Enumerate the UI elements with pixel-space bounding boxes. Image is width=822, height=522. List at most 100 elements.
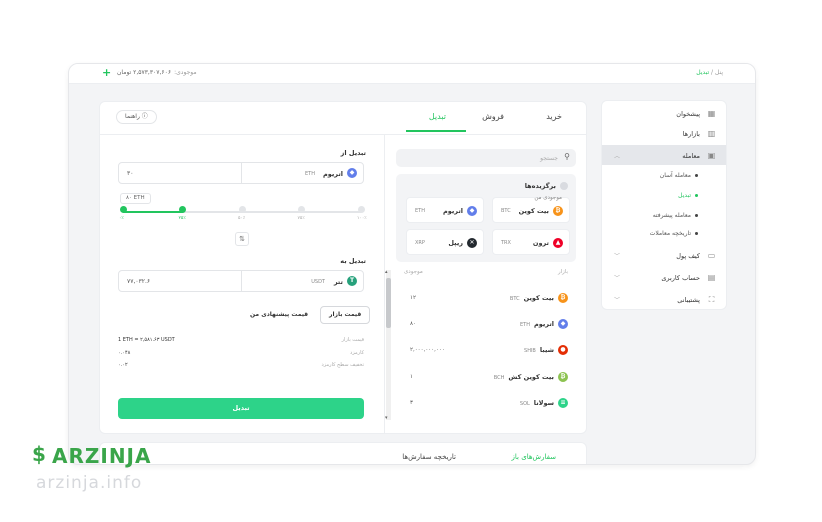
scroll-down-icon[interactable]: ▾: [385, 415, 388, 421]
coin-symbol: TRX: [501, 240, 511, 246]
scrollbar-thumb[interactable]: [386, 278, 391, 328]
tab-open-orders[interactable]: سفارش‌های باز: [512, 453, 556, 461]
breadcrumb-root[interactable]: پنل: [715, 69, 723, 76]
chevron-down-icon: ﹀: [614, 253, 621, 260]
shiba-icon: ●: [558, 345, 568, 355]
slider-knob-50[interactable]: [238, 206, 246, 213]
coin-balance: ۳: [410, 400, 413, 406]
market-price-button[interactable]: قیمت بازار: [320, 306, 371, 324]
slider-knob-75[interactable]: [298, 206, 305, 213]
to-coin-name[interactable]: تتر: [334, 278, 343, 286]
favorites-panel: برگزیده‌ها ₿ بیت کوین BTC ◆ اتریوم ETH ▲…: [396, 174, 576, 262]
to-amount-input[interactable]: ۷۷,۰۳۲.۶: [127, 278, 150, 285]
sidebar-item-dashboard[interactable]: ▦ پیشخوان: [602, 103, 726, 123]
market-list-header: موجودی بازار: [396, 269, 576, 281]
slider-knob-0[interactable]: [119, 206, 127, 213]
market-list-scrollbar[interactable]: ▴ ▾: [385, 269, 391, 421]
convert-from-field[interactable]: ۳۰ ◆ اتریوم ETH: [118, 162, 364, 184]
slider-tick: ۰٪: [119, 216, 124, 221]
dashboard-icon: ▦: [707, 109, 716, 118]
bullet-icon: [695, 194, 698, 197]
convert-to-field[interactable]: ۷۷,۰۳۲.۶ T تتر USDT: [118, 270, 364, 292]
coin-symbol: BTC: [501, 208, 511, 214]
sidebar-item-label: بازارها: [682, 130, 700, 138]
coin-balance: ۱: [410, 374, 413, 380]
wallet-icon: ▣: [707, 151, 716, 160]
slider-tick: ۲۵٪: [178, 216, 186, 221]
convert-to-label: تبدیل به: [340, 257, 366, 265]
slider-knob-25[interactable]: [179, 206, 186, 213]
help-icon: ⓘ: [139, 113, 148, 120]
tab-sell[interactable]: فروش: [482, 112, 504, 121]
coin-name: اتریوم ETH: [520, 320, 554, 328]
coin-symbol: BTC: [509, 296, 520, 302]
suggested-price-option[interactable]: قیمت پیشنهادی من: [250, 311, 308, 318]
col-market: بازار: [557, 269, 568, 275]
coin-name: شیباSHIB: [524, 346, 554, 354]
coin-name-text: بیت کوین کش: [508, 373, 554, 381]
market-row-bch[interactable]: ₿ بیت کوین کشBCH ۱: [396, 364, 576, 390]
bullet-icon: [695, 232, 698, 235]
ripple-icon: ✕: [467, 238, 477, 248]
sidebar-item-markets[interactable]: ▥ بازارها: [602, 123, 726, 143]
info-row-fee: ۰.۰۴۸ کارمزد: [118, 350, 364, 360]
search-input[interactable]: ⚲ جستجو: [396, 149, 576, 167]
sidebar-item-label: پیشخوان: [676, 110, 700, 118]
slider-fill: [123, 211, 183, 213]
coin-name: بیت کوین: [518, 207, 549, 215]
coin-name-text: شیبا: [539, 346, 554, 354]
favorite-card-eth[interactable]: ◆ اتریوم ETH: [406, 197, 484, 223]
check-icon: [560, 182, 568, 190]
swap-icon[interactable]: ⇅: [235, 232, 249, 246]
tab-order-history[interactable]: تاریخچه سفارش‌ها: [402, 453, 456, 461]
convert-submit-button[interactable]: تبدیل: [118, 398, 364, 419]
tab-convert[interactable]: تبدیل: [429, 112, 446, 121]
tabs-divider: [100, 134, 586, 135]
chevron-down-icon: ﹀: [614, 297, 621, 304]
bitcoin-icon: ₿: [553, 206, 563, 216]
sidebar-sub-convert[interactable]: تبدیل: [602, 187, 726, 205]
tab-buy[interactable]: خرید: [546, 112, 562, 121]
favorites-title: برگزیده‌ها: [525, 182, 568, 190]
help-button[interactable]: ⓘ راهنما: [116, 110, 157, 124]
balance-label: موجودی:: [174, 69, 197, 76]
sidebar-item-wallet[interactable]: ▭ کیف پول ﹀: [602, 245, 726, 265]
slider-knob-100[interactable]: [357, 206, 365, 213]
sidebar: ▦ پیشخوان ▥ بازارها ▣ معامله ︿ معامله آس…: [601, 100, 727, 310]
bitcoin-icon: ₿: [558, 293, 568, 303]
sidebar-sub-label: معامله آسان: [659, 172, 691, 179]
coin-name: سولاناSOL: [520, 399, 554, 407]
sidebar-item-account[interactable]: ▤ حساب کاربری ﹀: [602, 267, 726, 287]
market-row-sol[interactable]: ≡ سولاناSOL ۳: [396, 390, 576, 416]
favorite-card-xrp[interactable]: ✕ ریپل XRP: [406, 229, 484, 255]
market-row-btc[interactable]: ₿ بیت کوینBTC ۱۲: [396, 285, 576, 311]
sidebar-sub-easy-trade[interactable]: معامله آسان: [602, 167, 726, 185]
scroll-up-icon[interactable]: ▴: [385, 269, 388, 275]
coin-name: بیت کوین کشBCH: [494, 373, 554, 381]
to-coin-symbol: USDT: [311, 279, 325, 285]
market-row-shib[interactable]: ● شیباSHIB ۲,۰۰۰,۰۰۰,۰۰۰: [396, 337, 576, 363]
favorite-card-trx[interactable]: ▲ ترون TRX: [492, 229, 570, 255]
from-coin-symbol: ETH: [305, 171, 315, 177]
sidebar-item-trade[interactable]: ▣ معامله ︿: [602, 145, 726, 165]
add-balance-button[interactable]: +: [102, 66, 111, 79]
from-coin-name[interactable]: اتریوم: [323, 170, 343, 178]
coin-symbol: ETH: [520, 322, 530, 328]
from-amount-input[interactable]: ۳۰: [127, 170, 133, 177]
sidebar-sub-advanced-trade[interactable]: معامله پیشرفته: [602, 207, 726, 225]
coin-symbol: ETH: [415, 208, 425, 214]
sidebar-sub-trade-history[interactable]: تاریخچه معاملات: [602, 225, 726, 243]
market-row-eth[interactable]: ◆ اتریوم ETH ۸۰: [396, 311, 576, 337]
balance-display: موجودی:۲,۵۷۳,۳۰۷,۶۰۶ تومان: [117, 69, 197, 76]
help-label: راهنما: [125, 113, 140, 120]
coin-name: ریپل: [448, 239, 463, 247]
search-placeholder: جستجو: [540, 155, 558, 162]
wallet-icon: ▭: [707, 251, 716, 260]
field-divider: [241, 271, 242, 291]
app-window: + موجودی:۲,۵۷۳,۳۰۷,۶۰۶ تومان پنل / تبدیل…: [68, 63, 756, 465]
coin-balance: ۸۰: [410, 321, 416, 327]
tether-icon: T: [347, 276, 357, 286]
sidebar-item-support[interactable]: ⛶ پشتیبانی ﹀: [602, 289, 726, 309]
tron-icon: ▲: [553, 238, 563, 248]
sidebar-sub-label: تاریخچه معاملات: [649, 230, 691, 237]
